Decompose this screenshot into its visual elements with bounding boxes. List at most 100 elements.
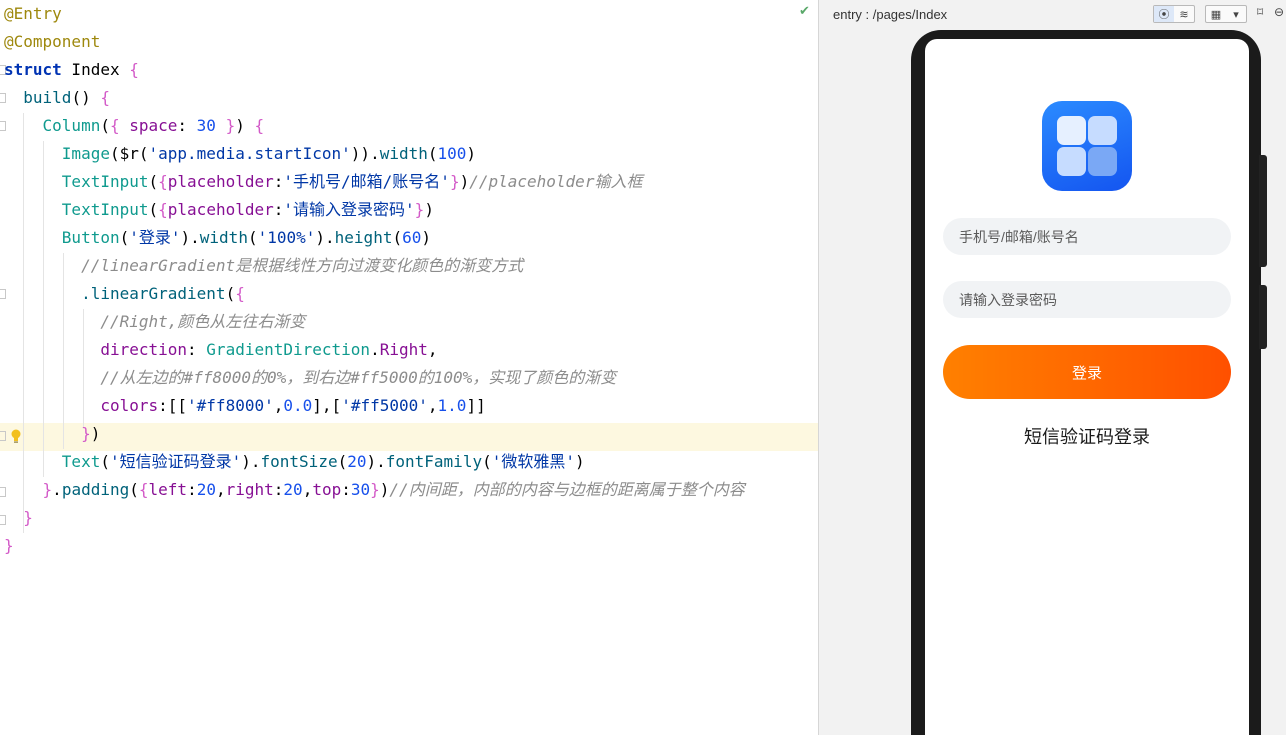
code-token: { [129,60,139,79]
code-token: 1.0 [437,396,467,415]
code-line[interactable]: Image($r('app.media.startIcon')).width(1… [4,140,476,168]
code-token: ) [575,452,585,471]
code-line[interactable]: TextInput({placeholder:'请输入登录密码'}) [4,196,434,224]
code-token: } [449,172,460,191]
code-line[interactable]: Text('短信验证码登录').fontSize(20).fontFamily(… [4,448,585,476]
code-token: top [312,480,342,499]
zoom-out-icon[interactable]: ⊖ [1274,5,1284,19]
code-token: ) [421,228,431,247]
code-line[interactable]: TextInput({placeholder:'手机号/邮箱/账号名'})//p… [4,168,643,196]
code-token: Button [4,228,120,247]
code-token: } [414,200,425,219]
code-token: fontSize [260,452,338,471]
code-line[interactable]: colors:[['#ff8000',0.0],['#ff5000',1.0]] [4,392,486,420]
code-token: fontFamily [385,452,483,471]
code-token: TextInput [4,172,149,191]
code-token: ( [247,228,258,247]
code-token: '100%' [257,228,316,247]
code-line[interactable]: } [4,532,14,560]
code-token: : [187,340,207,359]
code-line[interactable]: direction: GradientDirection.Right, [4,336,438,364]
code-token: : [273,172,284,191]
code-token: Column [4,116,101,135]
code-token: 20 [347,452,367,471]
code-token: : [341,480,351,499]
code-token: ( [100,452,110,471]
code-token: { [158,172,168,191]
code-line[interactable]: struct Index { [4,56,139,84]
password-input[interactable] [943,281,1231,318]
code-token: 60 [402,228,422,247]
code-token: ( [337,452,348,471]
code-token: colors [4,396,159,415]
code-token: //linearGradient是根据线性方向过渡变化颜色的渐变方式 [4,256,524,275]
previewer-path: entry : /pages/Index [833,7,948,22]
layers-icon[interactable]: ≋ [1174,6,1194,22]
code-token: //placeholder输入框 [469,172,643,191]
code-token: //内间距，内部的内容与边框的距离属于整个内容 [389,480,745,499]
code-line[interactable]: build() { [4,84,110,112]
code-token: ( [225,284,236,303]
code-line[interactable]: }.padding({left:20,right:20,top:30})//内间… [4,476,745,504]
code-token: : [187,480,197,499]
code-line[interactable]: @Component [4,28,100,56]
code-token: ). [366,452,386,471]
code-token: ( [129,480,139,499]
code-token: } [4,480,53,499]
code-token: '微软雅黑' [491,452,575,471]
code-line[interactable]: //linearGradient是根据线性方向过渡变化颜色的渐变方式 [4,252,523,280]
code-line[interactable]: Button('登录').width('100%').height(60) [4,224,431,252]
code-line[interactable]: }) [4,420,100,448]
code-token: () [71,88,101,107]
code-editor[interactable]: ✔ @Entry @Component struct Index { build()… [0,0,818,735]
grid-icon[interactable]: ▦ [1206,6,1226,22]
login-button[interactable]: 登录 [943,345,1231,399]
inspection-ok-icon[interactable]: ✔ [799,4,810,19]
rotate-icon[interactable]: ⌑ [1257,5,1263,19]
code-token: ). [241,452,261,471]
inspect-icon[interactable]: ⦿ [1154,6,1174,22]
code-token: 100 [437,144,467,163]
account-input[interactable] [943,218,1231,255]
code-token: { [100,88,110,107]
code-line[interactable]: .linearGradient({ [4,280,245,308]
code-token: ],[ [312,396,342,415]
code-line[interactable]: @Entry [4,0,62,28]
code-token: 20 [196,480,216,499]
code-line[interactable]: Column({ space: 30 }) { [4,112,265,140]
code-token: { [235,284,245,303]
code-token: 30 [196,116,216,135]
code-token: , [215,480,226,499]
code-token: width [199,228,248,247]
code-token: . [52,480,62,499]
code-token: ( [392,228,403,247]
previewer-panel: entry : /pages/Index ⦿ ≋ ▦ ▾ ⌑ ⊖ 登录 短信验证… [818,0,1286,735]
code-token: Image [4,144,110,163]
code-token: '登录' [129,228,181,247]
code-token: 30 [350,480,371,499]
code-token: padding [61,480,130,499]
phone-screen: 登录 短信验证码登录 [925,39,1249,735]
code-token: { [254,116,265,135]
code-token: , [427,340,438,359]
sms-login-text[interactable]: 短信验证码登录 [925,423,1249,449]
code-token: } [4,536,14,555]
app-icon-tile [1057,147,1086,176]
code-token: //从左边的#ff8000的0%，到右边#ff5000的100%，实现了颜色的渐… [4,368,617,387]
app-icon-tile [1088,147,1117,176]
code-token: build [4,88,72,107]
chevron-down-icon[interactable]: ▾ [1226,6,1246,22]
code-token: ]] [466,396,486,415]
code-line[interactable]: } [4,504,33,532]
code-token: :[[ [158,396,188,415]
code-line[interactable]: //从左边的#ff8000的0%，到右边#ff5000的100%，实现了颜色的渐… [4,364,616,392]
code-token: ( [119,228,130,247]
code-token: ) [90,424,101,443]
code-token: , [302,480,313,499]
code-token: ( [482,452,492,471]
code-token: direction [4,340,188,359]
code-token: placeholder [167,200,274,219]
code-token: { [138,480,149,499]
device-toolbar-group: ▦ ▾ [1205,5,1247,23]
code-line[interactable]: //Right,颜色从左往右渐变 [4,308,305,336]
